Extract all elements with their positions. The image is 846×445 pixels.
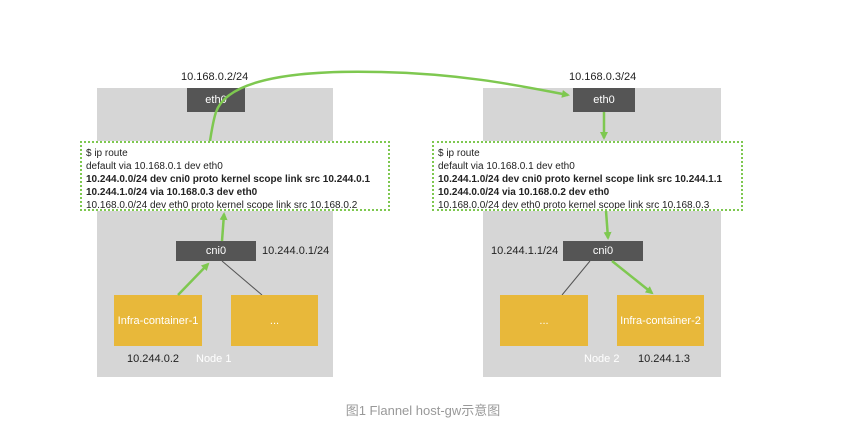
arrow-cni0-to-container2 (611, 260, 654, 295)
arrow-container1-to-cni0 (177, 262, 210, 296)
figure-caption: 图1 Flannel host-gw示意图 (345, 403, 501, 418)
arrow-cni0-to-route-left (219, 212, 228, 242)
packet-path-arrows (177, 70, 654, 296)
arrow-route-to-cni0-right (603, 210, 612, 240)
arrow-route-to-eth0-left (208, 111, 218, 142)
arrow-eth0-left-to-eth0-right (214, 70, 570, 113)
